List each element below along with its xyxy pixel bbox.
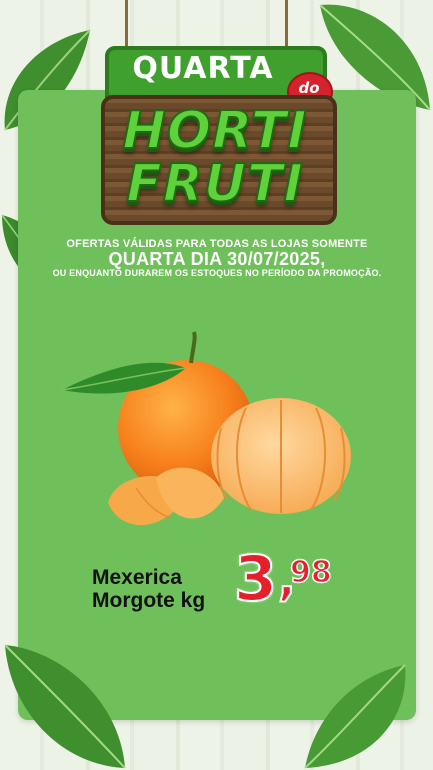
- product-name: Mexerica Morgote kg: [92, 566, 242, 612]
- title-horti: HORTI: [121, 100, 308, 162]
- header-sign: QUARTA do HORTI FRUTI: [95, 0, 337, 225]
- rope: [285, 0, 288, 48]
- title-fruti: FRUTI: [125, 153, 304, 215]
- rope: [125, 0, 128, 48]
- title-quarta: QUARTA: [132, 51, 274, 86]
- leaf-icon: [4, 644, 126, 769]
- price-integer: 3: [233, 542, 278, 615]
- leaf-icon: [304, 664, 406, 769]
- offer-text-line3: OU ENQUANTO DURAREM OS ESTOQUES NO PERÍO…: [52, 268, 382, 278]
- product-name-line2: Morgote kg: [92, 589, 206, 612]
- price-decimal: 98: [289, 555, 332, 590]
- offer-date: QUARTA DIA 30/07/2025,: [108, 249, 326, 269]
- product-name-line1: Mexerica: [92, 566, 182, 589]
- tangerine-image: [61, 331, 351, 526]
